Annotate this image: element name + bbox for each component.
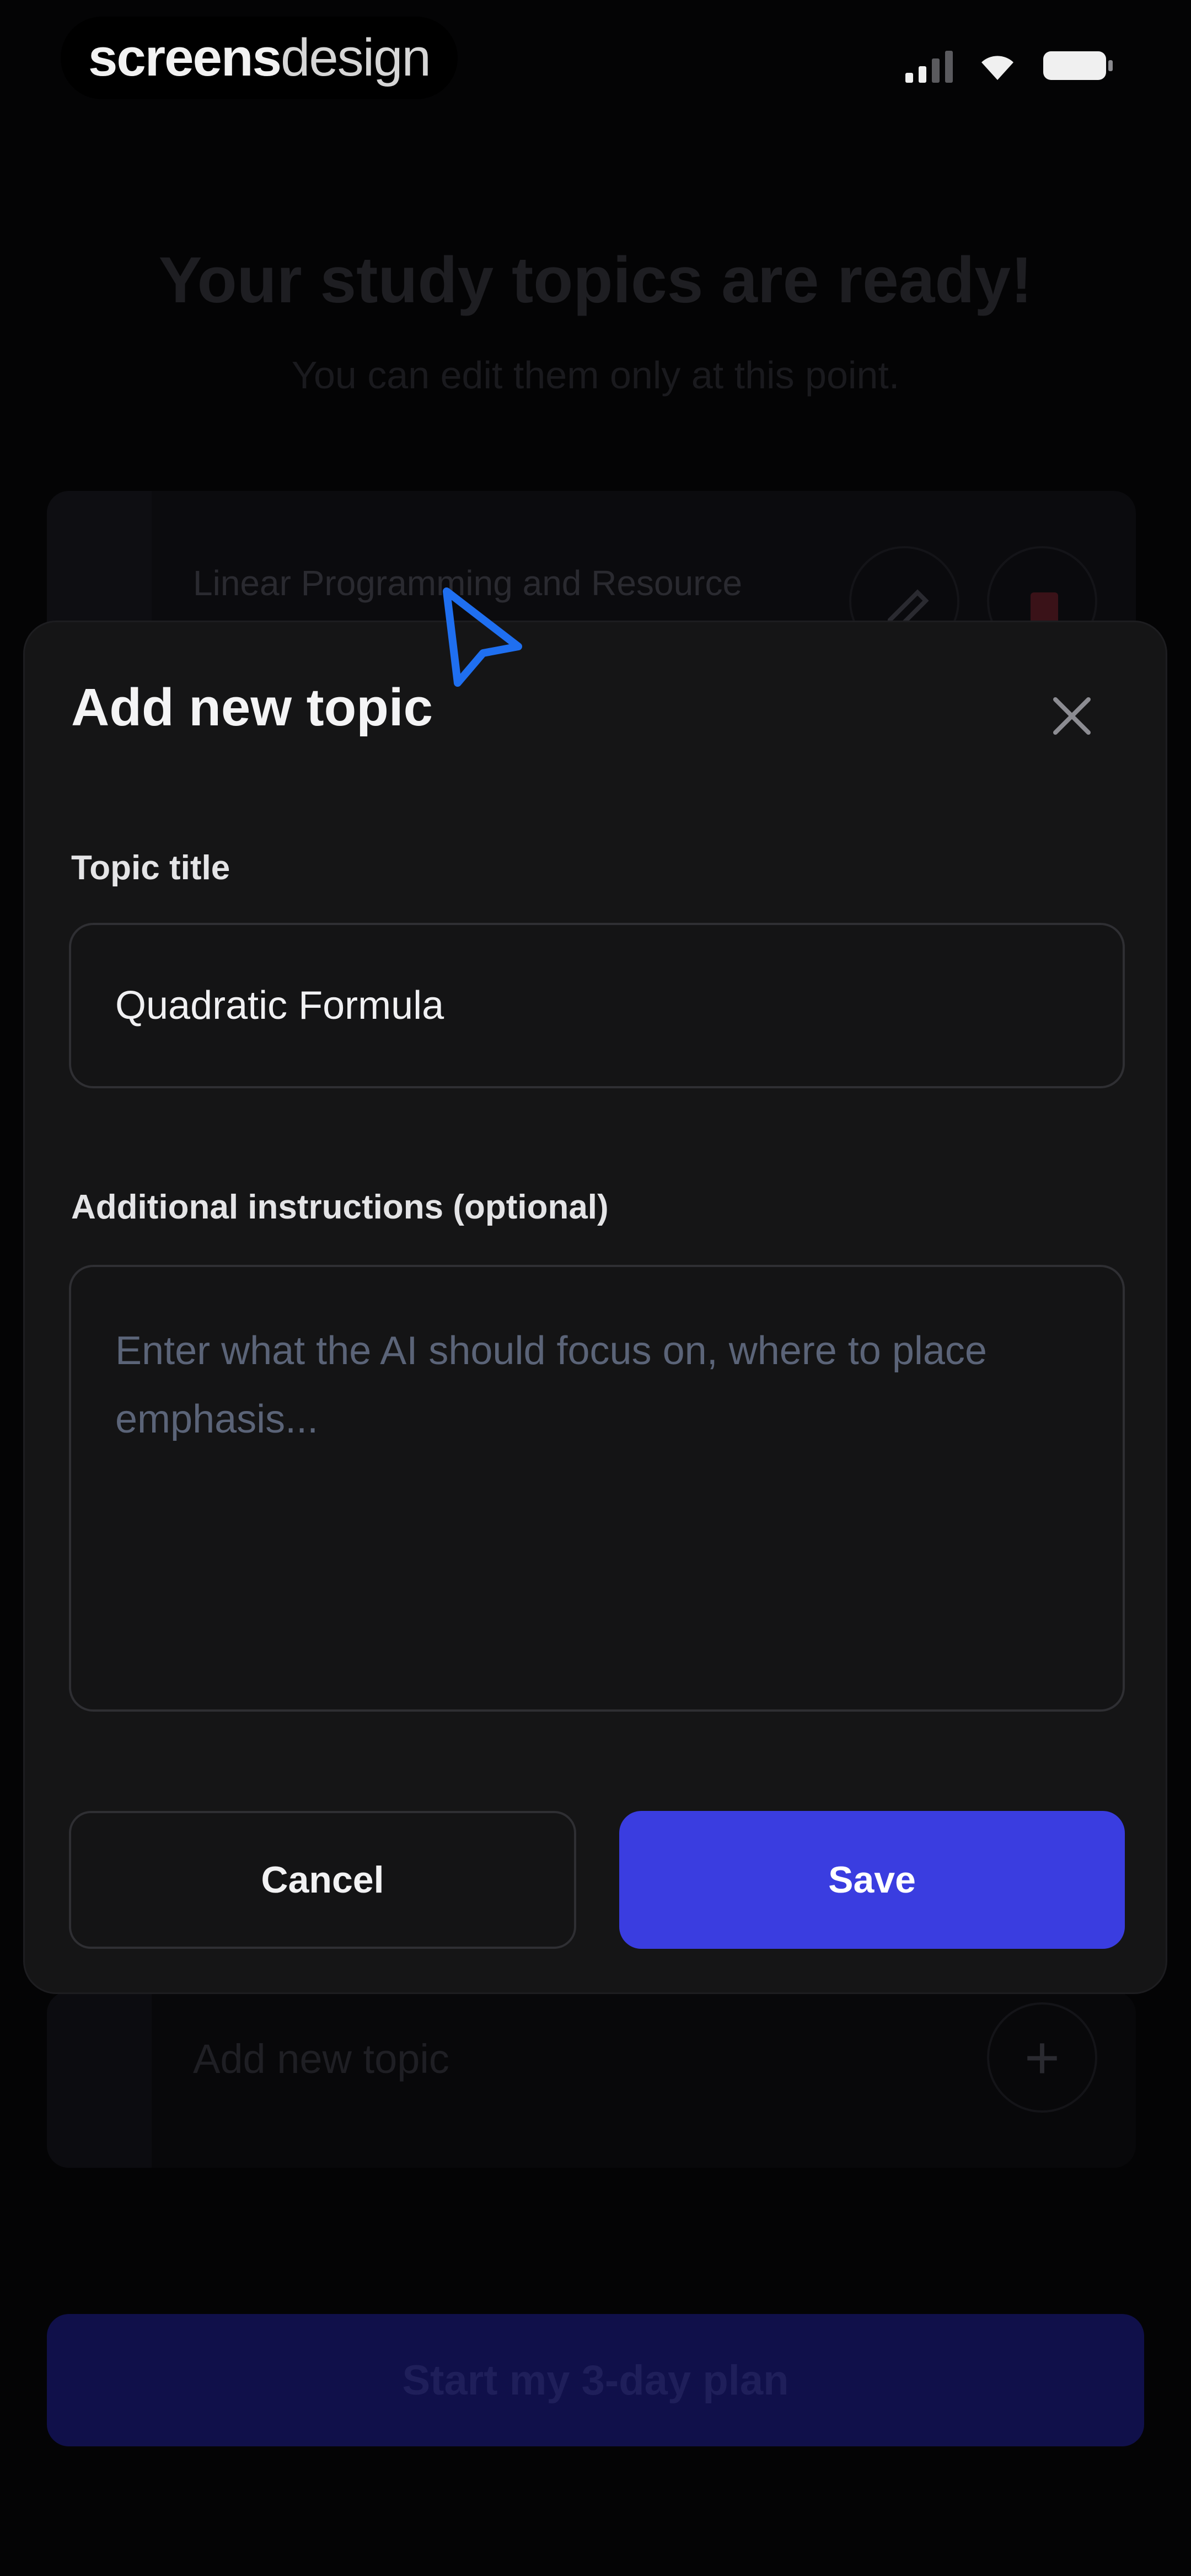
close-button[interactable] bbox=[1033, 677, 1110, 755]
topic-title-label: Topic title bbox=[71, 849, 230, 887]
add-topic-index-column bbox=[47, 1991, 152, 2168]
wifi-icon bbox=[981, 56, 1013, 80]
add-topic-label: Add new topic bbox=[193, 2036, 449, 2082]
signal-icon bbox=[905, 49, 953, 83]
instructions-label: Additional instructions (optional) bbox=[71, 1188, 609, 1226]
topics-ready-subtitle: You can edit them only at this point. bbox=[291, 354, 900, 397]
screen: screens design Your study topics are read… bbox=[0, 0, 1191, 2576]
close-icon bbox=[1053, 697, 1091, 735]
watermark-light-text: design bbox=[280, 28, 431, 87]
topics-ready-heading: Your study topics are ready! bbox=[158, 244, 1033, 317]
instructions-input[interactable] bbox=[69, 1265, 1125, 1712]
watermark-bold-text: screens bbox=[88, 28, 282, 87]
status-icons bbox=[905, 49, 1114, 83]
save-button[interactable]: Save bbox=[619, 1811, 1125, 1949]
status-bar: screens design bbox=[0, 0, 1191, 121]
modal-title: Add new topic bbox=[71, 678, 433, 737]
battery-icon bbox=[1043, 51, 1113, 80]
topic-title-input[interactable] bbox=[69, 923, 1125, 1088]
cursor-icon bbox=[443, 587, 522, 687]
start-plan-button[interactable]: Start my 3-day plan bbox=[47, 2314, 1144, 2446]
screensdesign-watermark: screens design bbox=[61, 17, 458, 99]
add-topic-modal: Add new topic Topic title Additional ins… bbox=[23, 621, 1167, 1994]
cancel-button[interactable]: Cancel bbox=[69, 1811, 576, 1949]
add-topic-plus-button[interactable]: + bbox=[987, 2002, 1097, 2113]
